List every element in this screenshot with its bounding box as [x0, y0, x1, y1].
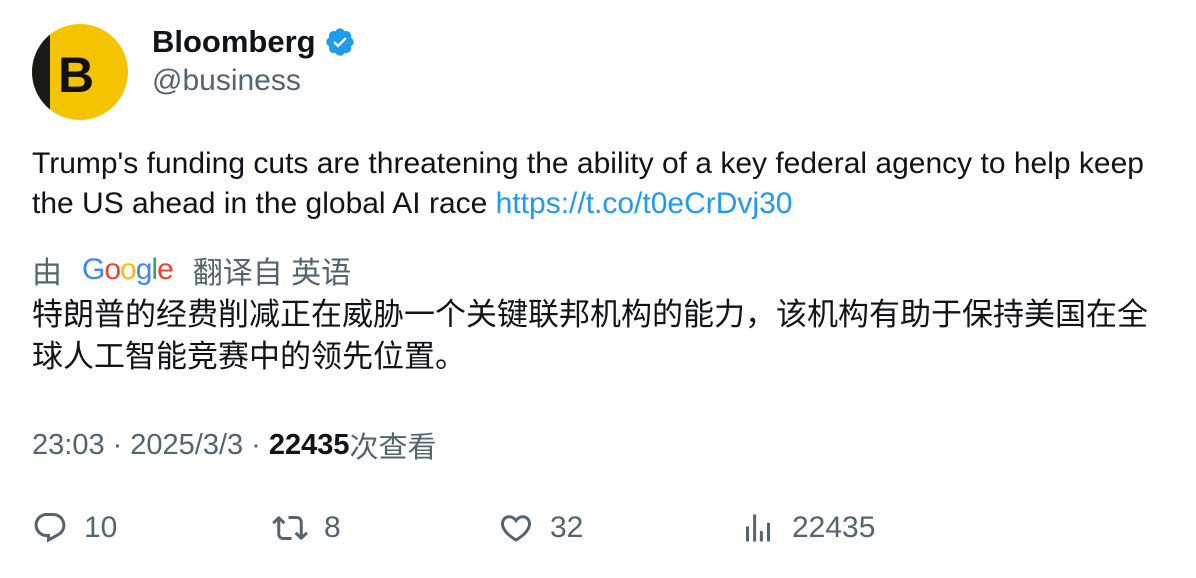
heart-icon — [500, 515, 532, 542]
display-name[interactable]: Bloomberg — [152, 24, 316, 60]
translated-text: 特朗普的经费削减正在威胁一个关键联邦机构的能力，该机构有助于保持美国在全球人工智… — [32, 297, 1148, 374]
tweet-time[interactable]: 23:03 — [32, 429, 105, 462]
avatar-letter: B — [58, 47, 95, 103]
name-row: Bloomberg — [152, 24, 356, 60]
retweet-icon — [272, 515, 308, 541]
tweet-text: Trump's funding cuts are threatening the… — [32, 144, 1172, 224]
user-handle[interactable]: @business — [152, 64, 301, 98]
views-chart-icon — [746, 514, 770, 542]
google-letter: G — [82, 253, 105, 286]
verified-badge-icon — [325, 28, 354, 56]
translation-prefix: 由 — [32, 257, 62, 290]
views-button[interactable]: 22435 — [740, 510, 875, 546]
meta-separator: · — [112, 428, 123, 461]
google-letter: e — [157, 253, 174, 286]
google-letter: o — [104, 253, 121, 286]
like-count: 32 — [550, 511, 584, 544]
avatar[interactable]: B — [32, 24, 128, 120]
translation-suffix: 翻译自 英语 — [192, 257, 352, 290]
views-count-action: 22435 — [792, 511, 876, 544]
google-letter: o — [120, 253, 137, 286]
reply-button[interactable]: 10 — [32, 510, 117, 546]
avatar-shade — [32, 24, 50, 120]
google-logo: Google — [82, 253, 174, 287]
retweet-count: 8 — [324, 511, 341, 544]
action-bar: 10 8 32 22435 — [0, 510, 1196, 554]
meta-separator: · — [251, 428, 261, 461]
reply-icon — [34, 513, 66, 543]
retweet-button[interactable]: 8 — [272, 510, 341, 546]
like-button[interactable]: 32 — [498, 510, 583, 546]
reply-count: 10 — [84, 511, 118, 544]
views-count: 22435 — [268, 428, 350, 461]
translation-attribution[interactable]: 由 Google 翻译自 英语 — [32, 248, 351, 292]
tweet-date[interactable]: 2025/3/3 — [130, 429, 243, 462]
views-label: 次查看 — [349, 432, 437, 464]
tweet-link[interactable]: https://t.co/t0eCrDvj30 — [496, 187, 793, 220]
tweet-meta: 23:03 · 2025/3/3 · 22435 次查看 — [32, 424, 436, 466]
google-letter: g — [135, 253, 153, 286]
